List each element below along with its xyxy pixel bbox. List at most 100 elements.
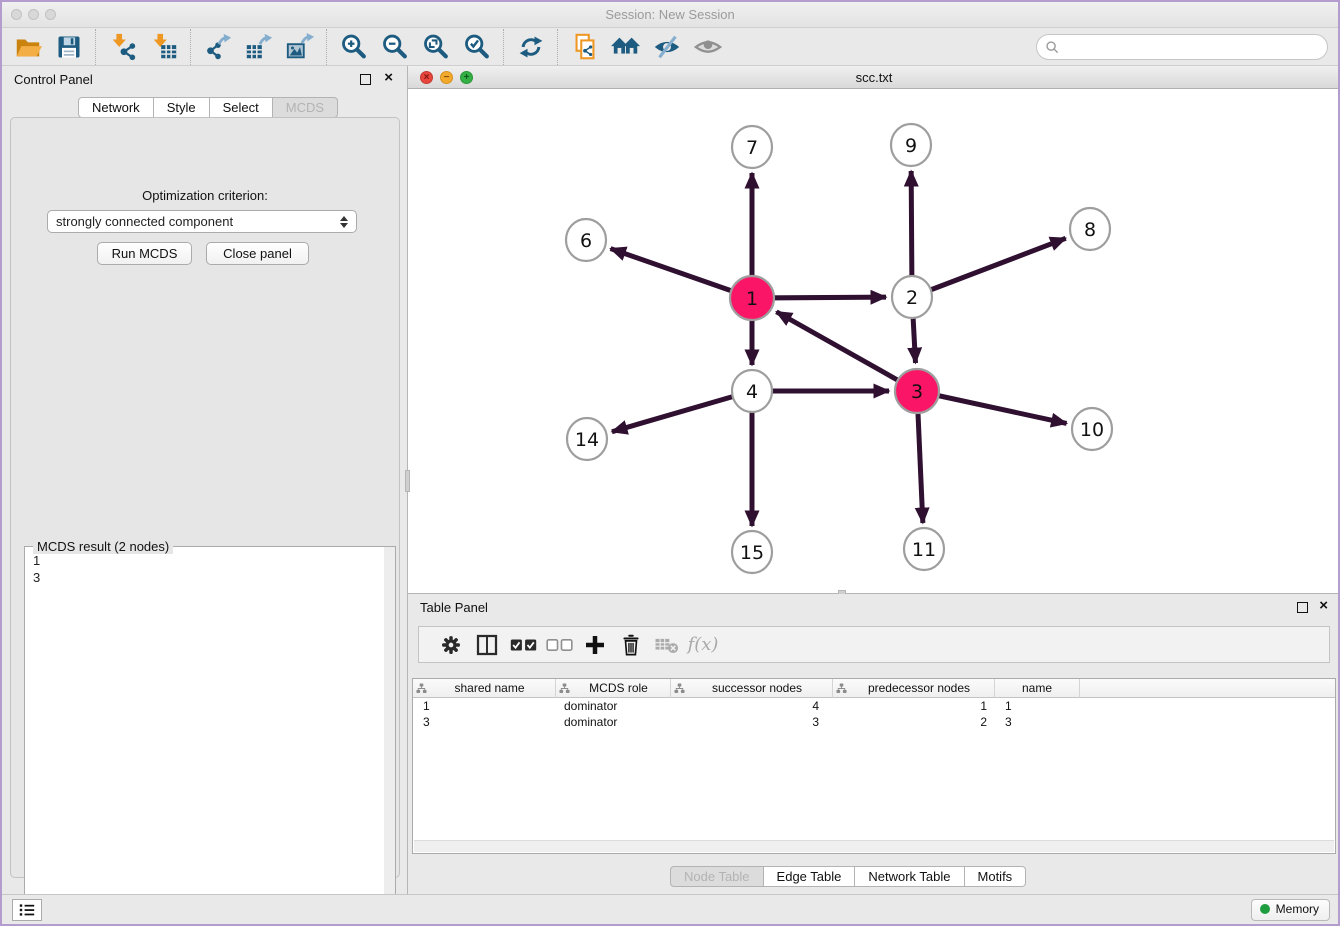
table-cell: 1	[413, 699, 556, 713]
column-header-label: MCDS role	[570, 681, 667, 695]
network-canvas[interactable]: 7968124314101511	[408, 89, 1338, 593]
column-header-label: name	[998, 681, 1076, 695]
first-neighbors-button[interactable]	[609, 30, 642, 64]
export-network-button[interactable]	[201, 30, 234, 64]
close-panel-button[interactable]: Close panel	[206, 242, 309, 265]
control-panel: Control Panel × Network Style Select MCD…	[2, 66, 408, 898]
node-label-14: 14	[575, 429, 599, 451]
mcds-result-text[interactable]: 13	[25, 550, 383, 923]
import-table-button[interactable]	[147, 30, 180, 64]
node-label-6: 6	[580, 230, 592, 252]
sort-tree-icon	[836, 683, 847, 694]
zoom-fit-button[interactable]	[419, 30, 452, 64]
zoom-out-button[interactable]	[378, 30, 411, 64]
table-cell: 3	[995, 715, 1080, 729]
show-column-panel-button[interactable]	[469, 630, 505, 660]
float-panel-icon[interactable]	[360, 74, 371, 85]
column-header-shared-name[interactable]: shared name	[413, 679, 556, 698]
node-label-10: 10	[1080, 419, 1104, 441]
memory-label: Memory	[1276, 902, 1319, 916]
table-cell: 4	[671, 699, 833, 713]
main-toolbar	[2, 28, 1338, 66]
search-input[interactable]	[1064, 37, 1327, 57]
table-options-button[interactable]	[433, 630, 469, 660]
table-cell: 3	[413, 715, 556, 729]
import-network-button[interactable]	[106, 30, 139, 64]
optimization-criterion-label: Optimization criterion:	[11, 188, 399, 203]
column-header-name[interactable]: name	[995, 679, 1080, 698]
column-header-MCDS-role[interactable]: MCDS role	[556, 679, 671, 698]
clone-network-icon	[570, 32, 600, 62]
add-column-button[interactable]	[577, 630, 613, 660]
tab-network[interactable]: Network	[78, 97, 154, 118]
export-image-icon	[285, 32, 315, 62]
save-icon	[55, 33, 83, 61]
table-cell: 1	[833, 699, 995, 713]
open-session-button[interactable]	[11, 30, 44, 64]
tab-style[interactable]: Style	[154, 97, 210, 118]
table-header-row: shared name MCDS role successor nodes prede…	[413, 679, 1335, 698]
homes-icon	[610, 32, 642, 62]
export-table-button[interactable]	[242, 30, 275, 64]
table-scrollbar[interactable]	[414, 840, 1334, 852]
mcds-panel: Optimization criterion: strongly connect…	[10, 117, 400, 878]
clone-network-button[interactable]	[568, 30, 601, 64]
splitter-handle[interactable]	[405, 470, 410, 492]
zoom-selected-button[interactable]	[460, 30, 493, 64]
tab-select[interactable]: Select	[210, 97, 273, 118]
memory-button[interactable]: Memory	[1251, 899, 1330, 921]
zoom-out-icon	[380, 32, 410, 62]
network-view-window: × − + scc.txt 7968124314101511	[408, 66, 1340, 594]
hide-graphics-details-button[interactable]	[650, 30, 683, 64]
list-icon	[18, 902, 36, 918]
control-panel-header: Control Panel ×	[2, 66, 407, 92]
column-header-successor-nodes[interactable]: successor nodes	[671, 679, 833, 698]
clear-all-checks-button[interactable]	[541, 630, 577, 660]
close-panel-icon[interactable]: ×	[1319, 597, 1328, 615]
node-label-9: 9	[905, 135, 917, 157]
edge-3-1[interactable]	[776, 312, 917, 391]
float-panel-icon[interactable]	[1297, 602, 1308, 613]
node-table: shared name MCDS role successor nodes prede…	[412, 678, 1336, 854]
toolbar-separator	[557, 29, 558, 65]
zoom-fit-icon	[421, 32, 451, 62]
toolbar-separator	[190, 29, 191, 65]
run-mcds-button[interactable]: Run MCDS	[97, 242, 192, 265]
save-session-button[interactable]	[52, 30, 85, 64]
control-panel-tabs: Network Style Select MCDS	[78, 97, 338, 118]
delete-columns-button[interactable]	[613, 630, 649, 660]
task-history-button[interactable]	[12, 899, 42, 921]
table-row[interactable]: 3dominator323	[413, 714, 1335, 730]
apply-function-button[interactable]: f(x)	[685, 630, 721, 660]
node-label-1: 1	[746, 288, 758, 310]
trash-icon	[620, 633, 642, 657]
tab-node-table[interactable]: Node Table	[670, 866, 764, 887]
column-header-label: successor nodes	[685, 681, 829, 695]
show-graphics-details-button[interactable]	[691, 30, 724, 64]
criterion-dropdown[interactable]: strongly connected component	[47, 210, 357, 233]
table-cell: dominator	[556, 715, 671, 729]
column-header-predecessor-nodes[interactable]: predecessor nodes	[833, 679, 995, 698]
tab-motifs[interactable]: Motifs	[965, 866, 1027, 887]
refresh-layout-button[interactable]	[514, 30, 547, 64]
edge-4-14[interactable]	[612, 391, 752, 432]
tab-mcds[interactable]: MCDS	[273, 97, 338, 118]
zoom-in-button[interactable]	[337, 30, 370, 64]
search-field[interactable]	[1036, 34, 1328, 60]
tab-network-table[interactable]: Network Table	[855, 866, 964, 887]
edge-2-8[interactable]	[912, 238, 1066, 297]
tab-edge-table[interactable]: Edge Table	[764, 866, 856, 887]
result-line: 3	[33, 569, 375, 586]
export-table-icon	[244, 32, 274, 62]
table-panel: Table Panel ×	[408, 594, 1340, 898]
close-panel-icon[interactable]: ×	[384, 69, 393, 87]
delete-table-button[interactable]	[649, 630, 685, 660]
toolbar-separator	[95, 29, 96, 65]
select-all-checks-button[interactable]	[505, 630, 541, 660]
table-row[interactable]: 1dominator411	[413, 698, 1335, 714]
network-window-titlebar[interactable]: × − + scc.txt	[408, 66, 1340, 89]
result-scrollbar[interactable]	[384, 547, 395, 923]
network-window-title: scc.txt	[408, 70, 1340, 85]
export-image-button[interactable]	[283, 30, 316, 64]
export-network-icon	[203, 32, 233, 62]
